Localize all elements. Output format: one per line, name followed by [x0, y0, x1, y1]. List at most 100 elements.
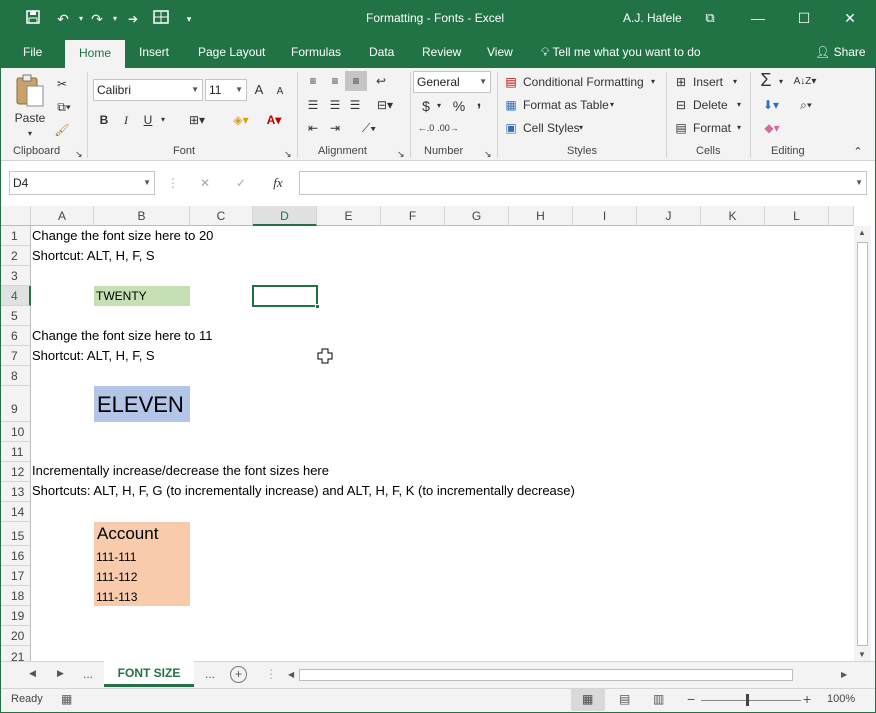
align-center-icon[interactable]: ☰ — [325, 95, 345, 115]
insert-cells-button[interactable]: Insert — [693, 72, 723, 92]
zoom-in-button[interactable]: + — [803, 691, 811, 707]
cell-a6[interactable]: Change the font size here to 11 — [32, 328, 212, 343]
cell-a12[interactable]: Incrementally increase/decrease the font… — [32, 463, 329, 478]
collapse-ribbon-icon[interactable]: ⌃ — [851, 142, 865, 162]
row-header-6[interactable]: 6 — [1, 326, 31, 346]
align-left-icon[interactable]: ☰ — [303, 95, 323, 115]
copy-icon[interactable]: ⧉▾ — [53, 97, 75, 117]
decrease-indent-icon[interactable]: ⇤ — [303, 118, 323, 138]
active-cell-d4[interactable] — [252, 285, 318, 307]
tab-review[interactable]: Review — [414, 37, 469, 68]
increase-decimal-icon[interactable]: ←.0 — [415, 118, 437, 138]
format-cells-button[interactable]: Format — [693, 118, 731, 138]
column-header-m[interactable] — [829, 206, 854, 226]
column-header-f[interactable]: F — [381, 206, 445, 226]
user-name[interactable]: A.J. Hafele — [623, 11, 682, 25]
increase-indent-icon[interactable]: ⇥ — [325, 118, 345, 138]
vertical-scrollbar[interactable]: ▲ ▼ — [854, 226, 871, 661]
row-header-11[interactable]: 11 — [1, 442, 31, 462]
tab-home[interactable]: Home — [65, 40, 125, 68]
insert-cells-icon[interactable]: ⊞ — [673, 72, 689, 92]
scroll-right-icon[interactable]: ▶ — [841, 670, 847, 679]
cell-styles-button[interactable]: Cell Styles — [523, 118, 580, 138]
forward-icon[interactable]: ➔ — [123, 9, 143, 29]
chevron-down-icon[interactable]: ▾ — [731, 72, 739, 92]
zoom-slider[interactable] — [701, 700, 801, 701]
fill-color-icon[interactable]: ◈▾ — [227, 110, 255, 130]
row-header-21[interactable]: 21 — [1, 646, 31, 661]
column-header-g[interactable]: G — [445, 206, 509, 226]
row-header-3[interactable]: 3 — [1, 266, 31, 286]
row-header-10[interactable]: 10 — [1, 422, 31, 442]
delete-cells-button[interactable]: Delete — [693, 95, 728, 115]
find-select-icon[interactable]: ⌕▾ — [793, 95, 819, 115]
wrap-text-icon[interactable]: ↩ — [371, 71, 391, 91]
column-header-c[interactable]: C — [190, 206, 253, 226]
cell-a1[interactable]: Change the font size here to 20 — [32, 228, 213, 243]
select-all-corner[interactable] — [1, 206, 31, 226]
format-painter-icon[interactable]: 🖌︎ — [53, 120, 71, 140]
worksheet-grid[interactable]: A B C D E F G H I J K L 1 2 3 4 5 6 7 8 … — [1, 206, 854, 661]
tell-me-search[interactable]: 💡︎ Tell me what you want to do — [533, 37, 709, 68]
row-header-12[interactable]: 12 — [1, 462, 31, 482]
tab-page-layout[interactable]: Page Layout — [190, 37, 273, 68]
share-button[interactable]: 👤︎ Share — [807, 37, 874, 68]
orientation-icon[interactable]: ⟋▾ — [353, 118, 385, 138]
currency-button[interactable]: $ — [419, 96, 433, 116]
number-format-select[interactable]: General ▼ — [413, 71, 491, 93]
paste-dropdown-icon[interactable]: ▾ — [25, 124, 35, 144]
page-layout-view-icon[interactable]: ▤ — [619, 692, 630, 706]
row-header-7[interactable]: 7 — [1, 346, 31, 366]
sheet-tab-font-size[interactable]: FONT SIZE — [104, 661, 194, 687]
cell-b18[interactable]: 111-113 — [96, 590, 137, 604]
save-icon[interactable] — [23, 9, 43, 29]
redo-icon[interactable]: ↷ — [87, 9, 107, 29]
currency-dropdown-icon[interactable]: ▾ — [435, 96, 443, 116]
decrease-decimal-icon[interactable]: .00→ — [437, 118, 459, 138]
cell-a2[interactable]: Shortcut: ALT, H, F, S — [32, 248, 155, 263]
format-as-table-button[interactable]: Format as Table — [523, 95, 609, 115]
row-header-15[interactable]: 15 — [1, 522, 31, 546]
zoom-slider-thumb[interactable] — [746, 694, 749, 706]
tab-file[interactable]: File — [15, 37, 50, 68]
align-middle-icon[interactable]: ≡ — [325, 71, 345, 91]
cut-icon[interactable]: ✂ — [53, 74, 71, 94]
font-color-icon[interactable]: A▾ — [259, 110, 289, 130]
row-header-17[interactable]: 17 — [1, 566, 31, 586]
italic-button[interactable]: I — [117, 110, 135, 130]
tab-insert[interactable]: Insert — [131, 37, 177, 68]
sheet-next-icon[interactable]: ▶ — [57, 668, 64, 679]
format-cells-icon[interactable]: ▤ — [673, 118, 689, 138]
row-header-9[interactable]: 9 — [1, 386, 31, 422]
percent-button[interactable]: % — [451, 96, 467, 116]
bold-button[interactable]: B — [95, 110, 113, 130]
close-button[interactable]: ✕ — [827, 1, 873, 35]
chevron-down-icon[interactable]: ▾ — [735, 118, 743, 138]
cell-b16[interactable]: 111-111 — [96, 550, 136, 564]
row-header-4[interactable]: 4 — [1, 286, 31, 306]
horizontal-scroll-thumb[interactable] — [299, 669, 793, 681]
column-header-e[interactable]: E — [317, 206, 381, 226]
cancel-button[interactable]: ✕ — [195, 173, 215, 193]
conditional-formatting-button[interactable]: Conditional Formatting — [523, 72, 644, 92]
row-header-18[interactable]: 18 — [1, 586, 31, 606]
sheet-prev-more[interactable]: ... — [83, 667, 93, 681]
column-header-i[interactable]: I — [573, 206, 637, 226]
align-right-icon[interactable]: ☰ — [345, 95, 365, 115]
enter-button[interactable]: ✓ — [231, 173, 251, 193]
paste-icon[interactable] — [13, 74, 47, 110]
merge-center-icon[interactable]: ⊟▾ — [369, 95, 401, 115]
chevron-down-icon[interactable]: ▾ — [577, 118, 585, 138]
undo-icon[interactable]: ↶ — [53, 9, 73, 29]
scroll-left-icon[interactable]: ◀ — [288, 670, 294, 679]
sheet-next-more[interactable]: ... — [205, 667, 215, 681]
delete-cells-icon[interactable]: ⊟ — [673, 95, 689, 115]
font-name-select[interactable]: Calibri ▼ — [93, 79, 203, 101]
column-header-a[interactable]: A — [31, 206, 94, 226]
grid-icon[interactable] — [151, 9, 171, 29]
maximize-button[interactable]: ☐ — [781, 1, 827, 35]
format-as-table-icon[interactable]: ▦ — [503, 95, 519, 115]
align-top-icon[interactable]: ≡ — [303, 71, 323, 91]
chevron-down-icon[interactable]: ▾ — [735, 95, 743, 115]
insert-function-button[interactable]: fx — [267, 173, 289, 193]
